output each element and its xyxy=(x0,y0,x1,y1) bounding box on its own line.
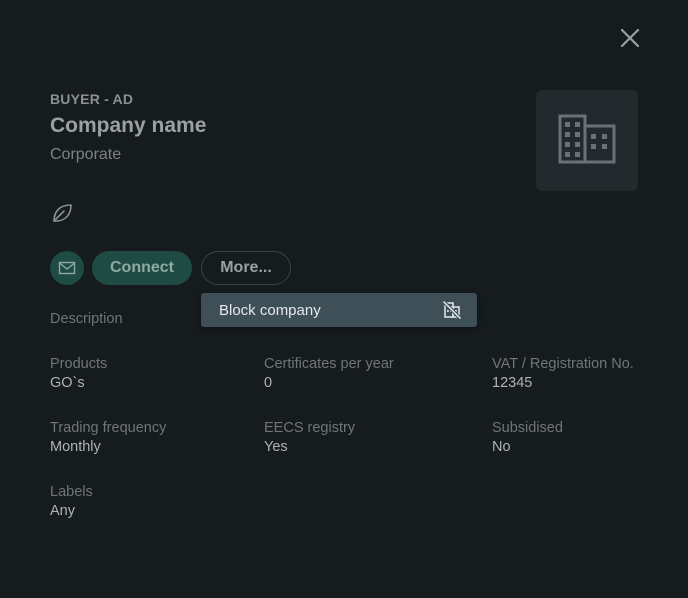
company-type: Corporate xyxy=(50,146,122,163)
certificates-value: 0 xyxy=(264,375,273,391)
more-button[interactable]: More... xyxy=(201,251,291,285)
vat-value: 12345 xyxy=(492,375,533,391)
company-details-dialog: BUYER - AD Company name Corporate Connec… xyxy=(0,0,688,598)
leaf-icon xyxy=(50,201,74,225)
mail-icon xyxy=(58,261,76,275)
role-tag: BUYER - AD xyxy=(50,91,134,107)
company-logo xyxy=(536,90,638,191)
block-company-icon xyxy=(442,300,462,325)
company-name: Company name xyxy=(50,114,207,137)
email-button[interactable] xyxy=(50,251,84,285)
eecs-registry-value: Yes xyxy=(264,439,288,455)
subsidised-label: Subsidised xyxy=(492,420,563,436)
block-company-label: Block company xyxy=(219,302,321,319)
eecs-registry-label: EECS registry xyxy=(264,420,356,436)
products-value: GO`s xyxy=(50,375,85,391)
subsidised-value: No xyxy=(492,439,511,455)
products-label: Products xyxy=(50,356,108,372)
building-icon xyxy=(558,114,616,164)
trading-frequency-value: Monthly xyxy=(50,439,101,455)
trading-frequency-label: Trading frequency xyxy=(50,420,167,436)
more-menu: Block company xyxy=(201,293,477,327)
labels-label: Labels xyxy=(50,484,93,500)
connect-button[interactable]: Connect xyxy=(92,251,192,285)
vat-label: VAT / Registration No. xyxy=(492,356,634,372)
close-icon[interactable] xyxy=(616,24,644,52)
certificates-label: Certificates per year xyxy=(264,356,394,372)
labels-value: Any xyxy=(50,503,75,519)
description-label: Description xyxy=(50,311,123,327)
